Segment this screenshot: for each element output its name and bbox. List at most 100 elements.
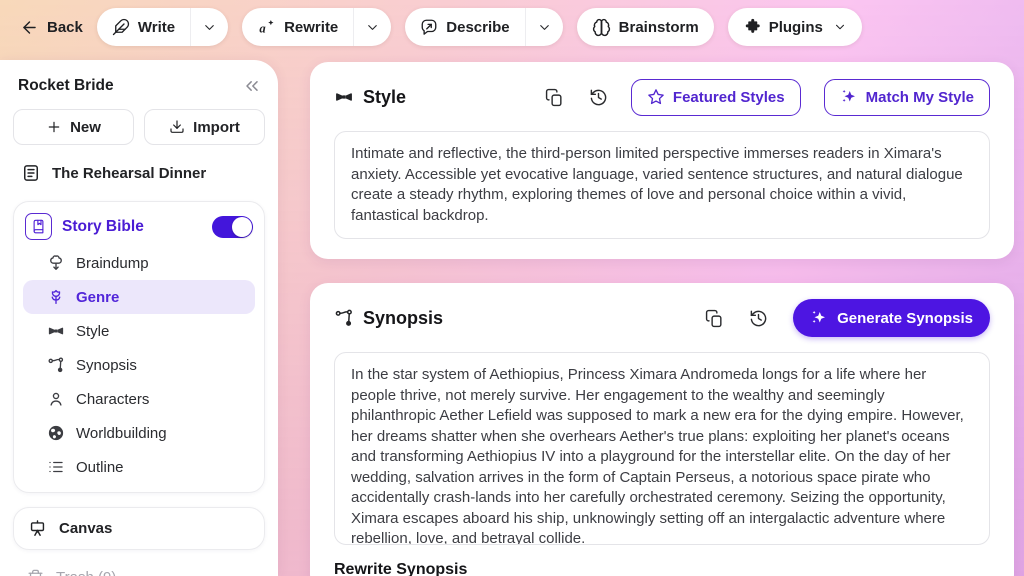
sidebar-item-outline[interactable]: Outline <box>23 450 255 484</box>
easel-icon <box>28 519 47 538</box>
style-text-field[interactable]: Intimate and reflective, the third-perso… <box>334 131 990 239</box>
style-card: Style Featured Styles Match My Style Int… <box>310 62 1014 259</box>
write-dropdown-button[interactable] <box>190 8 228 46</box>
describe-button-group: Describe <box>405 8 562 46</box>
brainstorm-button-group: Brainstorm <box>577 8 714 46</box>
generate-synopsis-button[interactable]: Generate Synopsis <box>793 299 990 337</box>
book-icon <box>25 213 52 240</box>
write-label: Write <box>138 19 175 36</box>
sparkles-icon <box>810 309 828 327</box>
copy-button[interactable] <box>545 88 564 107</box>
document-title: The Rehearsal Dinner <box>52 165 206 182</box>
style-title: Style <box>363 87 406 108</box>
braindump-icon <box>47 254 65 272</box>
rewrite-dropdown-button[interactable] <box>353 8 391 46</box>
file-text-icon <box>21 163 41 183</box>
story-bible-header[interactable]: Story Bible <box>23 211 255 242</box>
plugins-label: Plugins <box>769 19 823 36</box>
describe-dropdown-button[interactable] <box>525 8 563 46</box>
list-icon <box>47 458 65 476</box>
sidebar-item-label: Outline <box>76 459 124 476</box>
trash-icon <box>27 569 44 576</box>
write-button-group: Write <box>97 8 228 46</box>
rewrite-button-group: a Rewrite <box>242 8 391 46</box>
rewrite-sparkle-icon: a <box>257 18 276 37</box>
chevrons-left-icon <box>242 76 262 96</box>
sparkles-icon <box>840 88 858 106</box>
sidebar-item-label: Synopsis <box>76 357 137 374</box>
sidebar-item-label: Style <box>76 323 109 340</box>
brainstorm-button[interactable]: Brainstorm <box>577 8 714 46</box>
back-label: Back <box>47 19 83 36</box>
sidebar: Rocket Bride New Import The Rehearsal Di… <box>0 60 278 576</box>
synopsis-text-field[interactable]: In the star system of Aethiopius, Prince… <box>334 352 990 545</box>
match-my-style-button[interactable]: Match My Style <box>824 79 990 116</box>
featured-styles-button[interactable]: Featured Styles <box>631 79 801 116</box>
write-button[interactable]: Write <box>97 8 190 46</box>
history-button[interactable] <box>749 309 768 328</box>
globe-icon <box>47 424 65 442</box>
trash-label: Trash (9) <box>56 569 116 576</box>
story-bible-toggle[interactable] <box>212 216 253 238</box>
project-title: Rocket Bride <box>18 77 114 95</box>
story-bible-label: Story Bible <box>62 218 202 236</box>
nodes-icon <box>334 308 354 328</box>
synopsis-title: Synopsis <box>363 308 443 329</box>
plus-icon <box>46 119 62 135</box>
copy-button[interactable] <box>705 309 724 328</box>
main-content: Style Featured Styles Match My Style Int… <box>310 62 1014 576</box>
copy-icon <box>705 309 724 328</box>
chevron-down-icon <box>365 20 380 35</box>
sidebar-item-worldbuilding[interactable]: Worldbuilding <box>23 416 255 450</box>
svg-text:a: a <box>259 21 266 35</box>
brain-icon <box>592 18 611 37</box>
sidebar-item-label: Characters <box>76 391 149 408</box>
history-icon <box>589 88 608 107</box>
star-icon <box>647 88 665 106</box>
describe-label: Describe <box>446 19 509 36</box>
story-bible-card: Story Bible Braindump Genre Style Synops… <box>13 201 265 493</box>
back-button[interactable]: Back <box>20 18 83 37</box>
plugins-button-group: Plugins <box>728 8 862 46</box>
generate-synopsis-label: Generate Synopsis <box>837 310 973 327</box>
bowtie-icon <box>334 87 354 107</box>
rewrite-synopsis-label: Rewrite Synopsis <box>334 561 990 576</box>
chevron-down-icon <box>537 20 552 35</box>
top-toolbar: Back Write a Rewrite Describe Brain <box>0 0 1024 54</box>
featured-styles-label: Featured Styles <box>673 89 785 106</box>
nodes-icon <box>47 356 65 374</box>
download-icon <box>169 119 185 135</box>
genre-icon <box>47 288 65 306</box>
new-label: New <box>70 119 101 136</box>
person-icon <box>47 390 65 408</box>
match-my-style-label: Match My Style <box>866 89 974 106</box>
document-item[interactable]: The Rehearsal Dinner <box>13 154 265 192</box>
sidebar-item-genre[interactable]: Genre <box>23 280 255 314</box>
sidebar-item-style[interactable]: Style <box>23 314 255 348</box>
rewrite-button[interactable]: a Rewrite <box>242 8 353 46</box>
history-button[interactable] <box>589 88 608 107</box>
puzzle-icon <box>743 18 761 36</box>
chevron-down-icon <box>202 20 217 35</box>
rewrite-label: Rewrite <box>284 19 338 36</box>
new-button[interactable]: New <box>13 109 134 145</box>
sidebar-item-label: Genre <box>76 289 119 306</box>
sidebar-item-label: Worldbuilding <box>76 425 167 442</box>
import-label: Import <box>193 119 240 136</box>
plugins-button[interactable]: Plugins <box>728 8 862 46</box>
brainstorm-label: Brainstorm <box>619 19 699 36</box>
sidebar-item-braindump[interactable]: Braindump <box>23 246 255 280</box>
toggle-knob <box>232 217 252 237</box>
copy-icon <box>545 88 564 107</box>
arrow-left-icon <box>20 18 39 37</box>
describe-button[interactable]: Describe <box>405 8 524 46</box>
sidebar-item-synopsis[interactable]: Synopsis <box>23 348 255 382</box>
import-button[interactable]: Import <box>144 109 265 145</box>
sidebar-item-characters[interactable]: Characters <box>23 382 255 416</box>
canvas-item[interactable]: Canvas <box>13 507 265 550</box>
bowtie-icon <box>47 322 65 340</box>
feather-icon <box>112 18 130 36</box>
collapse-sidebar-button[interactable] <box>242 76 262 96</box>
chevron-down-icon <box>833 20 847 34</box>
trash-item[interactable]: Trash (9) <box>13 565 265 576</box>
